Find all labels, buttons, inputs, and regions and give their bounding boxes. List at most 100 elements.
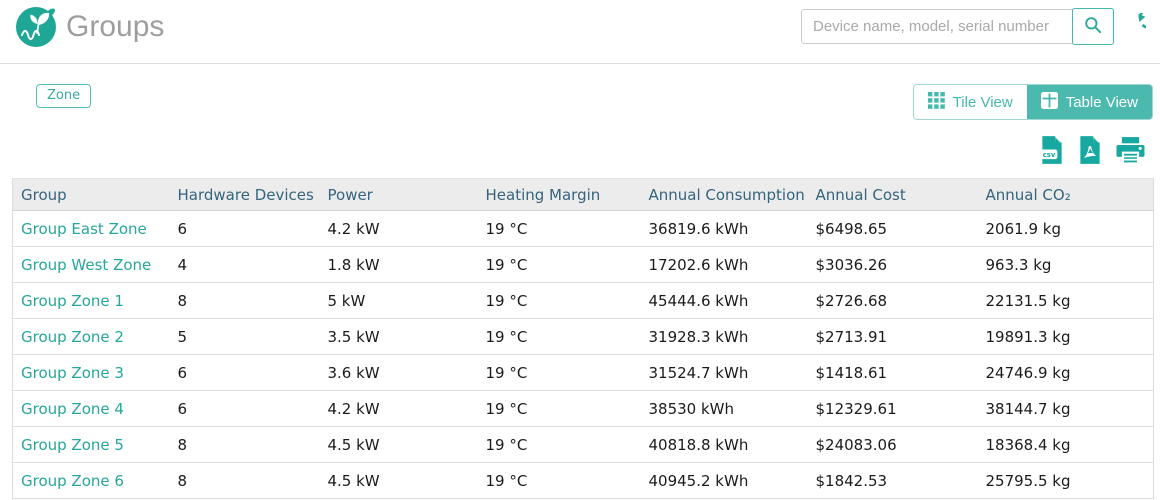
value-cell: 3.6 kW xyxy=(320,355,478,391)
value-cell: 19891.3 kg xyxy=(978,319,1154,355)
value-cell: 19 °C xyxy=(478,211,641,247)
value-cell: 40945.2 kWh xyxy=(641,463,808,499)
value-cell: 17202.6 kWh xyxy=(641,247,808,283)
value-cell: 5 kW xyxy=(320,283,478,319)
table-row: Group Zone 5 84.5 kW19 °C40818.8 kWh$2408… xyxy=(13,427,1154,463)
toolbar-row: Zone Tile View xyxy=(0,84,1160,120)
value-cell: $12329.61 xyxy=(808,391,978,427)
search-area xyxy=(801,8,1146,45)
value-cell: $2726.68 xyxy=(808,283,978,319)
value-cell: $2713.91 xyxy=(808,319,978,355)
tile-grid-icon xyxy=(928,92,945,113)
group-cell: Group Zone 6 xyxy=(13,463,170,499)
group-link[interactable]: Group Zone 3 xyxy=(21,364,124,382)
value-cell: 40818.8 kWh xyxy=(641,427,808,463)
svg-text:csv: csv xyxy=(1043,151,1056,159)
group-link[interactable]: Group Zone 2 xyxy=(21,328,124,346)
group-link[interactable]: Group Zone 5 xyxy=(21,436,124,454)
group-link[interactable]: Group East Zone xyxy=(21,220,147,238)
value-cell: $1418.61 xyxy=(808,355,978,391)
search-button[interactable] xyxy=(1072,8,1114,45)
value-cell: 31524.7 kWh xyxy=(641,355,808,391)
value-cell: 8 xyxy=(170,283,320,319)
value-cell: 1.8 kW xyxy=(320,247,478,283)
value-cell: 2061.9 kg xyxy=(978,211,1154,247)
value-cell: 4.2 kW xyxy=(320,391,478,427)
group-cell: Group Zone 4 xyxy=(13,391,170,427)
value-cell: $24083.06 xyxy=(808,427,978,463)
tile-view-label: Tile View xyxy=(953,94,1013,111)
value-cell: $3036.26 xyxy=(808,247,978,283)
value-cell: 31928.3 kWh xyxy=(641,319,808,355)
group-cell: Group Zone 2 xyxy=(13,319,170,355)
group-cell: Group Zone 1 xyxy=(13,283,170,319)
pdf-file-icon xyxy=(1077,135,1103,168)
table-row: Group East Zone 64.2 kW19 °C36819.6 kWh$6… xyxy=(13,211,1154,247)
value-cell: 36819.6 kWh xyxy=(641,211,808,247)
column-header: Power xyxy=(320,179,478,211)
groups-table-wrap: GroupHardware DevicesPowerHeating Margin… xyxy=(12,178,1154,499)
value-cell: 38144.7 kg xyxy=(978,391,1154,427)
export-csv-button[interactable]: csv xyxy=(1039,135,1065,168)
tile-view-button[interactable]: Tile View xyxy=(914,85,1027,119)
value-cell: 4.5 kW xyxy=(320,463,478,499)
export-pdf-button[interactable] xyxy=(1077,135,1103,168)
search-input[interactable] xyxy=(801,9,1073,44)
table-row: Group Zone 464.2 kW19 °C38530 kWh$12329.… xyxy=(13,391,1154,427)
value-cell: 19 °C xyxy=(478,283,641,319)
refresh-icon xyxy=(1121,13,1146,41)
brand: Groups xyxy=(16,7,164,47)
value-cell: 8 xyxy=(170,463,320,499)
value-cell: 963.3 kg xyxy=(978,247,1154,283)
value-cell: 22131.5 kg xyxy=(978,283,1154,319)
table-view-button[interactable]: Table View xyxy=(1027,85,1152,119)
top-bar: Groups xyxy=(0,0,1160,64)
value-cell: 4.5 kW xyxy=(320,427,478,463)
value-cell: 4.2 kW xyxy=(320,211,478,247)
group-link[interactable]: Group Zone 6 xyxy=(21,472,124,490)
value-cell: 8 xyxy=(170,427,320,463)
value-cell: 6 xyxy=(170,211,320,247)
value-cell: 6 xyxy=(170,355,320,391)
table-row: Group Zone 3 63.6 kW19 °C31524.7 kWh$1418… xyxy=(13,355,1154,391)
value-cell: 19 °C xyxy=(478,319,641,355)
view-toggle: Tile View Table View xyxy=(913,84,1153,120)
value-cell: 38530 kWh xyxy=(641,391,808,427)
table-row: Group Zone 6 84.5 kW19 °C40945.2 kWh$1842… xyxy=(13,463,1154,499)
column-header: Heating Margin xyxy=(478,179,641,211)
group-cell: Group West Zone xyxy=(13,247,170,283)
value-cell: 6 xyxy=(170,391,320,427)
table-grid-icon xyxy=(1041,92,1058,113)
value-cell: 24746.9 kg xyxy=(978,355,1154,391)
group-link[interactable]: Group Zone 1 xyxy=(21,292,124,310)
table-row: Group Zone 1 85 kW19 °C45444.6 kWh$2726.6… xyxy=(13,283,1154,319)
value-cell: 19 °C xyxy=(478,355,641,391)
value-cell: 25795.5 kg xyxy=(978,463,1154,499)
value-cell: $1842.53 xyxy=(808,463,978,499)
value-cell: 18368.4 kg xyxy=(978,427,1154,463)
column-header: Annual Cost xyxy=(808,179,978,211)
value-cell: 19 °C xyxy=(478,427,641,463)
printer-icon xyxy=(1115,136,1146,167)
refresh-button[interactable] xyxy=(1121,13,1146,41)
table-row: Group Zone 2 53.5 kW19 °C31928.3 kWh$2713… xyxy=(13,319,1154,355)
search-icon xyxy=(1083,15,1103,38)
value-cell: 19 °C xyxy=(478,463,641,499)
group-cell: Group Zone 3 xyxy=(13,355,170,391)
zone-filter-badge[interactable]: Zone xyxy=(36,84,91,108)
group-link[interactable]: Group West Zone xyxy=(21,256,151,274)
csv-file-icon: csv xyxy=(1039,135,1065,168)
value-cell: 5 xyxy=(170,319,320,355)
page-title: Groups xyxy=(66,7,164,47)
table-row: Group West Zone41.8 kW19 °C17202.6 kWh$3… xyxy=(13,247,1154,283)
groups-table: GroupHardware DevicesPowerHeating Margin… xyxy=(12,178,1154,499)
column-header: Annual CO₂ xyxy=(978,179,1154,211)
value-cell: $6498.65 xyxy=(808,211,978,247)
value-cell: 19 °C xyxy=(478,247,641,283)
value-cell: 3.5 kW xyxy=(320,319,478,355)
value-cell: 45444.6 kWh xyxy=(641,283,808,319)
print-button[interactable] xyxy=(1115,136,1146,167)
column-header: Annual Consumption xyxy=(641,179,808,211)
column-header: Hardware Devices xyxy=(170,179,320,211)
group-link[interactable]: Group Zone 4 xyxy=(21,400,124,418)
